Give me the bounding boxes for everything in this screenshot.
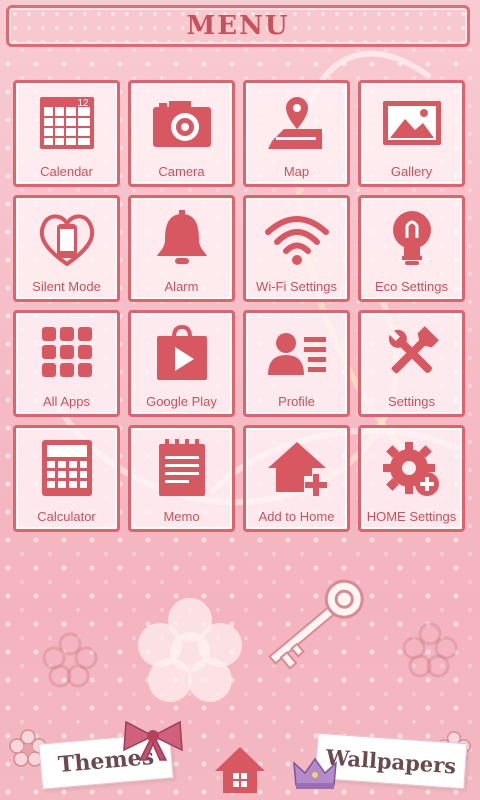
memo-icon: [158, 439, 205, 496]
flower-decoration: [138, 598, 242, 702]
tile-label: All Apps: [43, 394, 90, 409]
tile-map[interactable]: Map: [243, 80, 350, 187]
tile-wifi-settings[interactable]: Wi-Fi Settings: [243, 195, 350, 302]
tile-memo[interactable]: Memo: [128, 425, 235, 532]
flower-decoration: [42, 632, 98, 688]
tile-label: Camera: [158, 164, 205, 179]
tile-label: Google Play: [146, 394, 217, 409]
home-screen: { "header": {"title": "MENU"}, "calendar…: [0, 0, 480, 800]
wifi-icon: [264, 216, 329, 265]
menu-header: MENU: [6, 5, 470, 47]
wallpapers-label: Wallpapers: [325, 743, 457, 779]
tile-label: HOME Settings: [366, 509, 457, 524]
tile-label: Gallery: [390, 164, 433, 179]
calculator-icon: [41, 440, 92, 496]
tile-label: Profile: [278, 394, 315, 409]
tile-gallery[interactable]: Gallery: [358, 80, 465, 187]
calendar-icon: 12: [39, 97, 94, 149]
tile-label: Wi-Fi Settings: [256, 279, 337, 294]
tile-silent-mode[interactable]: Silent Mode: [13, 195, 120, 302]
bell-icon: [156, 210, 207, 264]
tile-label: Calendar: [40, 164, 93, 179]
tile-label: Settings: [388, 394, 435, 409]
tile-calendar[interactable]: 12 Calendar: [13, 80, 120, 187]
bow-decoration: [123, 720, 183, 761]
tile-home-settings[interactable]: HOME Settings: [358, 425, 465, 532]
tile-google-play[interactable]: Google Play: [128, 310, 235, 417]
app-grid: 12 Calendar Camera Map Gallery Silent Mo…: [13, 80, 465, 532]
bulb-icon: [392, 211, 431, 265]
flower-decoration: [402, 622, 458, 678]
home-button[interactable]: [213, 745, 267, 795]
tile-camera[interactable]: Camera: [128, 80, 235, 187]
tile-settings[interactable]: Settings: [358, 310, 465, 417]
key-decoration: [268, 579, 364, 670]
tile-label: Map: [283, 164, 310, 179]
gear-plus-icon: [382, 442, 439, 496]
add-home-icon: [267, 442, 328, 496]
crown-decoration: [293, 757, 337, 789]
tile-label: Memo: [163, 509, 200, 524]
tile-add-to-home[interactable]: Add to Home: [243, 425, 350, 532]
tile-profile[interactable]: Profile: [243, 310, 350, 417]
grid-icon: [41, 327, 92, 377]
tile-label: Alarm: [164, 279, 199, 294]
tile-eco-settings[interactable]: Eco Settings: [358, 195, 465, 302]
tile-label: Eco Settings: [375, 279, 448, 294]
map-icon: [267, 97, 322, 149]
silent-mode-icon: [39, 214, 94, 267]
tile-label: Calculator: [37, 509, 96, 524]
calendar-day-text: 12: [77, 98, 89, 109]
play-store-icon: [156, 324, 207, 380]
tile-label: Silent Mode: [32, 279, 101, 294]
tile-all-apps[interactable]: All Apps: [13, 310, 120, 417]
gallery-icon: [382, 101, 441, 145]
tile-calculator[interactable]: Calculator: [13, 425, 120, 532]
camera-icon: [152, 101, 211, 147]
home-icon: [215, 747, 265, 793]
menu-title: MENU: [186, 11, 290, 41]
tile-label: Add to Home: [258, 509, 335, 524]
tile-alarm[interactable]: Alarm: [128, 195, 235, 302]
profile-icon: [267, 333, 326, 375]
tools-icon: [388, 326, 439, 374]
